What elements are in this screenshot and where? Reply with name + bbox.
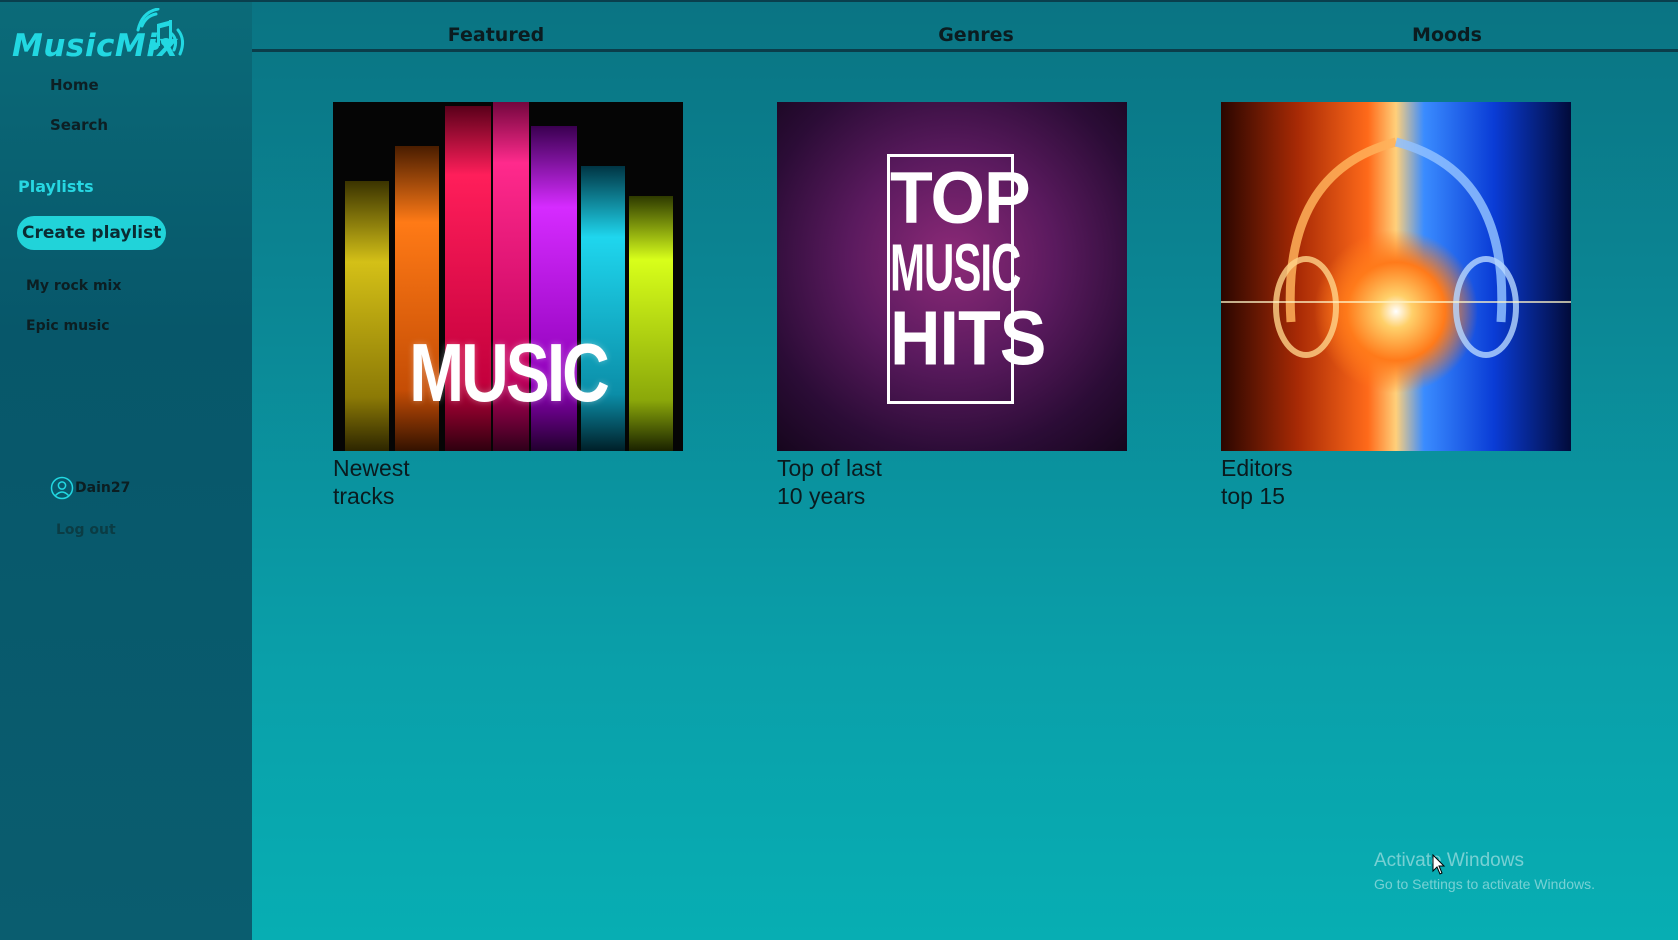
cover-text: TOP MUSIC HITS bbox=[887, 154, 1046, 404]
nav-home[interactable]: Home bbox=[50, 76, 99, 94]
username: Dain27 bbox=[75, 480, 131, 496]
playlist-card-newest-tracks[interactable]: MUSIC Newest tracks bbox=[333, 102, 683, 510]
user-profile[interactable]: Dain27 bbox=[50, 476, 130, 500]
tab-moods[interactable]: Moods bbox=[1412, 24, 1482, 46]
mouse-cursor-icon bbox=[1432, 854, 1446, 875]
cover-image bbox=[1221, 102, 1571, 451]
main-content: Featured Genres Moods MUSIC Newest track… bbox=[252, 0, 1678, 940]
playlist-card-editors-top-15[interactable]: Editors top 15 bbox=[1221, 102, 1571, 510]
playlist-item[interactable]: My rock mix bbox=[26, 278, 121, 294]
playlist-card-top-of-last-10-years[interactable]: TOP MUSIC HITS Top of last 10 years bbox=[777, 102, 1127, 510]
tab-bar: Featured Genres Moods bbox=[252, 2, 1678, 52]
card-title: Top of last 10 years bbox=[777, 455, 882, 509]
nav-search[interactable]: Search bbox=[50, 116, 108, 134]
logout-link[interactable]: Log out bbox=[56, 522, 116, 538]
app-window: MusicMix Home Search Playlists Create pl… bbox=[0, 0, 1678, 940]
activate-windows-subtext: Go to Settings to activate Windows. bbox=[1374, 876, 1595, 892]
card-title: Editors top 15 bbox=[1221, 455, 1293, 509]
music-signal-icon bbox=[136, 8, 185, 56]
headphones-art bbox=[1221, 137, 1571, 358]
sidebar: MusicMix Home Search Playlists Create pl… bbox=[0, 0, 252, 940]
card-title: Newest tracks bbox=[333, 455, 410, 509]
create-playlist-button[interactable]: Create playlist bbox=[17, 216, 167, 250]
user-icon bbox=[50, 476, 74, 500]
playlist-item[interactable]: Epic music bbox=[26, 318, 110, 334]
cover-image: TOP MUSIC HITS bbox=[777, 102, 1127, 451]
tab-featured[interactable]: Featured bbox=[448, 24, 544, 46]
cover-text: MUSIC bbox=[409, 325, 610, 419]
cover-image: MUSIC bbox=[333, 102, 683, 451]
activate-windows-watermark: Activate Windows bbox=[1374, 850, 1524, 871]
tab-genres[interactable]: Genres bbox=[938, 24, 1014, 46]
playlists-heading: Playlists bbox=[18, 177, 94, 196]
